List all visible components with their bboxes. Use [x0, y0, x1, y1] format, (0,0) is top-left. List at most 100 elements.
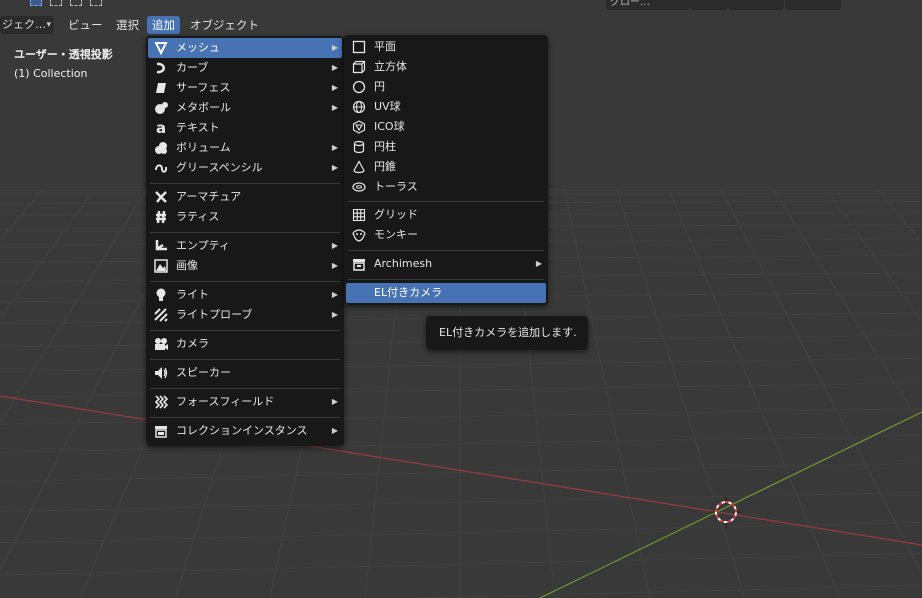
submenu-arrow-icon: ▶ [331, 63, 338, 72]
tooltip-text: EL付きカメラを追加します. [439, 326, 577, 339]
menu-item-label: カーブ [176, 61, 209, 74]
menu-item-label: EL付きカメラ [374, 286, 443, 299]
submenu-arrow-icon: ▶ [331, 426, 338, 435]
text-icon: a [155, 119, 167, 137]
menu-view[interactable]: ビュー [63, 16, 108, 34]
menu-item-el-camera[interactable]: EL付きカメラ [346, 283, 546, 303]
menu-item-empty[interactable]: エンプティ ▶ [148, 236, 342, 256]
add-menu: メッシュ ▶ カーブ ▶ サーフェス ▶ メタボール ▶ a テキスト ボリュー… [146, 36, 344, 446]
viewport-header: ジェク… ▾ ビュー 選択 追加 オブジェクト グロー… [0, 0, 922, 36]
menu-item-archimesh[interactable]: Archimesh ▶ [346, 254, 546, 274]
menu-item-image[interactable]: 画像 ▶ [148, 256, 342, 276]
menu-separator [150, 232, 340, 233]
mesh-icon [154, 41, 168, 55]
select-mode-icons[interactable] [26, 0, 116, 8]
menu-item-circle[interactable]: 円 [346, 77, 546, 97]
menu-item-label: メッシュ [176, 41, 220, 54]
select-intersect-icon[interactable] [90, 0, 102, 6]
empty-icon [154, 239, 168, 253]
menu-item-surface[interactable]: サーフェス ▶ [148, 78, 342, 98]
cone-icon [352, 160, 366, 174]
menu-item-label: フォースフィールド [176, 395, 275, 408]
collection-label: (1) Collection [14, 67, 88, 80]
menu-item-label: 円錐 [374, 160, 396, 173]
menu-item-collection-instance[interactable]: コレクションインスタンス ▶ [148, 421, 342, 441]
menu-select[interactable]: 選択 [111, 16, 144, 34]
snap-dropdown[interactable] [728, 0, 784, 10]
menu-item-uv-sphere[interactable]: UV球 [346, 97, 546, 117]
menu-item-label: カメラ [176, 337, 209, 350]
menu-item-mesh[interactable]: メッシュ ▶ [148, 38, 342, 58]
armature-icon [154, 190, 168, 204]
torus-icon [352, 180, 366, 194]
menu-item-label: モンキー [374, 228, 418, 241]
select-subtract-icon[interactable] [70, 0, 82, 6]
proportional-editing-dropdown[interactable] [785, 0, 841, 10]
ico-sphere-icon [352, 120, 366, 134]
submenu-arrow-icon: ▶ [331, 397, 338, 406]
mode-dropdown-label: ジェク… [2, 18, 46, 31]
menu-item-label: 円 [374, 80, 385, 93]
menu-item-label: ライト [176, 288, 209, 301]
menu-item-label: サーフェス [176, 81, 231, 94]
submenu-arrow-icon: ▶ [331, 310, 338, 319]
menu-item-cube[interactable]: 立方体 [346, 57, 546, 77]
menu-item-ico-sphere[interactable]: ICO球 [346, 117, 546, 137]
plane-icon [352, 40, 366, 54]
menu-item-curve[interactable]: カーブ ▶ [148, 58, 342, 78]
submenu-arrow-icon: ▶ [331, 163, 338, 172]
pivot-point-dropdown[interactable] [690, 0, 728, 10]
menu-item-speaker[interactable]: スピーカー [148, 363, 342, 383]
menu-item-label: グリッド [374, 208, 418, 221]
menu-separator [150, 281, 340, 282]
menu-separator [150, 359, 340, 360]
image-icon [154, 259, 168, 273]
camera-icon [154, 337, 168, 351]
menu-item-text[interactable]: a テキスト [148, 118, 342, 138]
menu-item-label: UV球 [374, 100, 401, 113]
menu-item-label: スピーカー [176, 366, 231, 379]
menu-item-label: コレクションインスタンス [176, 424, 308, 437]
cylinder-icon [352, 140, 366, 154]
menu-item-metaball[interactable]: メタボール ▶ [148, 98, 342, 118]
select-box-icon[interactable] [30, 0, 42, 6]
menu-item-armature[interactable]: アーマチュア [148, 187, 342, 207]
surface-icon [154, 81, 168, 95]
force-field-icon [154, 395, 168, 409]
submenu-arrow-icon: ▶ [331, 290, 338, 299]
select-extend-icon[interactable] [50, 0, 62, 6]
transform-orientation-dropdown[interactable]: グロー… [606, 0, 690, 10]
menu-separator [150, 183, 340, 184]
menu-item-monkey[interactable]: モンキー [346, 225, 546, 245]
menu-object[interactable]: オブジェクト [185, 16, 264, 34]
menu-item-grease-pencil[interactable]: グリースペンシル ▶ [148, 158, 342, 178]
light-probe-icon [154, 308, 168, 322]
menu-item-light[interactable]: ライト ▶ [148, 285, 342, 305]
menu-item-light-probe[interactable]: ライトプローブ ▶ [148, 305, 342, 325]
menu-item-cylinder[interactable]: 円柱 [346, 137, 546, 157]
menu-item-volume[interactable]: ボリューム ▶ [148, 138, 342, 158]
menu-item-cone[interactable]: 円錐 [346, 157, 546, 177]
menu-separator [348, 201, 544, 202]
menu-item-plane[interactable]: 平面 [346, 37, 546, 57]
menu-item-label: 円柱 [374, 140, 396, 153]
menu-item-label: ライトプローブ [176, 308, 253, 321]
menu-item-force-field[interactable]: フォースフィールド ▶ [148, 392, 342, 412]
menu-item-torus[interactable]: トーラス [346, 177, 546, 197]
submenu-arrow-icon: ▶ [331, 83, 338, 92]
submenu-arrow-icon: ▶ [331, 43, 338, 52]
menu-item-label: エンプティ [176, 239, 231, 252]
tooltip: EL付きカメラを追加します. [426, 316, 588, 350]
menu-item-lattice[interactable]: ラティス [148, 207, 342, 227]
menu-item-label: グリースペンシル [176, 161, 263, 174]
menu-separator [150, 330, 340, 331]
cube-icon [352, 60, 366, 74]
menu-item-camera[interactable]: カメラ [148, 334, 342, 354]
menu-item-label: トーラス [374, 180, 418, 193]
mode-dropdown[interactable]: ジェク… ▾ [0, 16, 54, 34]
light-icon [154, 288, 168, 302]
menu-item-grid[interactable]: グリッド [346, 205, 546, 225]
menu-add[interactable]: 追加 [147, 16, 180, 34]
grid-icon [352, 208, 366, 222]
menu-item-label: テキスト [176, 121, 220, 134]
